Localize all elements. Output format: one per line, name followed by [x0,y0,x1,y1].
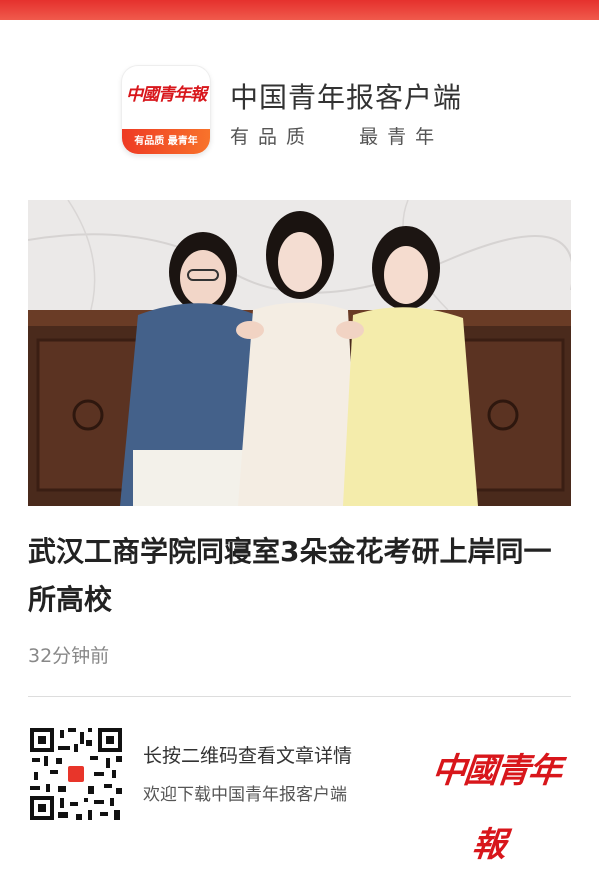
qr-code-graphic [28,726,124,822]
article-headline[interactable]: 武汉工商学院同寝室3朵金花考研上岸同一所高校 [28,528,576,624]
app-logo[interactable]: 中國青年報 有品质 最青年 [122,66,210,154]
app-slogan: 有品质 最青年 [230,126,444,148]
divider [28,696,571,697]
photo-illustration [28,200,571,506]
brand-logo: 中國青年報 [429,751,563,865]
download-invite: 欢迎下载中国青年报客户端 [143,785,347,805]
qr-instruction: 长按二维码查看文章详情 [143,745,353,767]
qr-code[interactable] [28,726,124,822]
article-photo[interactable] [28,200,571,506]
logo-tagline: 有品质 最青年 [122,129,210,154]
top-accent-bar [0,0,599,20]
publish-time: 32分钟前 [28,645,110,667]
logo-wordmark: 中國青年報 [126,85,207,105]
app-name: 中国青年报客户端 [230,81,463,114]
app-header: 中國青年報 有品质 最青年 中国青年报客户端 有品质 最青年 [122,66,482,158]
